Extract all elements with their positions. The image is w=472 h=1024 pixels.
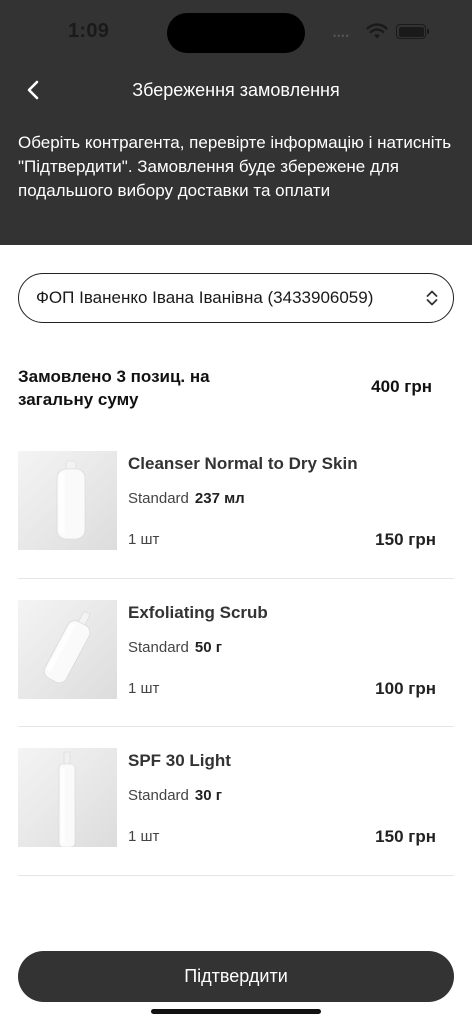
product-price: 150 грн <box>375 827 436 846</box>
variant-volume: 50 г <box>194 638 222 656</box>
product-image <box>18 599 117 699</box>
product-variant: Standard 237 мл <box>128 490 245 507</box>
instructions-text: Оберіть контрагента, перевірте інформаці… <box>18 133 452 200</box>
status-bar: 1:09 •••• <box>0 0 472 64</box>
navigation-bar: Збереження замовлення <box>0 68 472 112</box>
counterparty-selected-value: ФОП Іваненко Івана Іванівна (3433906059) <box>36 288 374 307</box>
product-price: 150 грн <box>375 530 436 549</box>
battery-icon <box>396 24 429 39</box>
variant-label: Standard <box>128 787 189 804</box>
page-title: Збереження замовлення <box>132 80 340 100</box>
order-items-list: Cleanser Normal to Dry Skin Standard 237 … <box>18 430 454 876</box>
product-variant: Standard 30 г <box>128 787 222 804</box>
variant-volume: 30 г <box>194 787 222 804</box>
dynamic-island <box>167 13 305 53</box>
product-image <box>18 451 117 550</box>
wifi-icon <box>366 23 388 39</box>
list-item: Exfoliating Scrub Standard 50 г 1 шт 100 … <box>18 579 454 727</box>
product-image <box>18 748 117 847</box>
chevron-up-down-icon <box>426 290 438 306</box>
status-time: 1:09 <box>68 20 110 42</box>
header-panel: 1:09 •••• Збереження замовлення Оберіть … <box>0 0 472 245</box>
cellular-signal-icon: •••• <box>333 31 350 41</box>
product-price: 100 грн <box>375 678 436 698</box>
variant-volume: 237 мл <box>194 490 245 507</box>
confirm-button[interactable]: Підтвердити <box>18 951 454 1002</box>
list-item: Cleanser Normal to Dry Skin Standard 237 … <box>18 430 454 579</box>
variant-label: Standard <box>128 490 189 507</box>
product-name: Cleanser Normal to Dry Skin <box>128 454 358 473</box>
product-quantity: 1 шт <box>128 531 160 548</box>
product-name: Exfoliating Scrub <box>128 602 268 622</box>
variant-label: Standard <box>128 638 189 656</box>
product-quantity: 1 шт <box>128 828 160 845</box>
product-name: SPF 30 Light <box>128 751 231 770</box>
product-quantity: 1 шт <box>128 679 160 697</box>
product-variant: Standard 50 г <box>128 639 222 656</box>
home-indicator <box>151 1009 321 1014</box>
counterparty-select[interactable]: ФОП Іваненко Івана Іванівна (3433906059) <box>18 273 454 323</box>
summary-label: Замовлено 3 позиц. на загальну суму <box>18 367 210 409</box>
summary-total: 400 грн <box>371 377 432 396</box>
list-item: SPF 30 Light Standard 30 г 1 шт 150 грн <box>18 727 454 876</box>
